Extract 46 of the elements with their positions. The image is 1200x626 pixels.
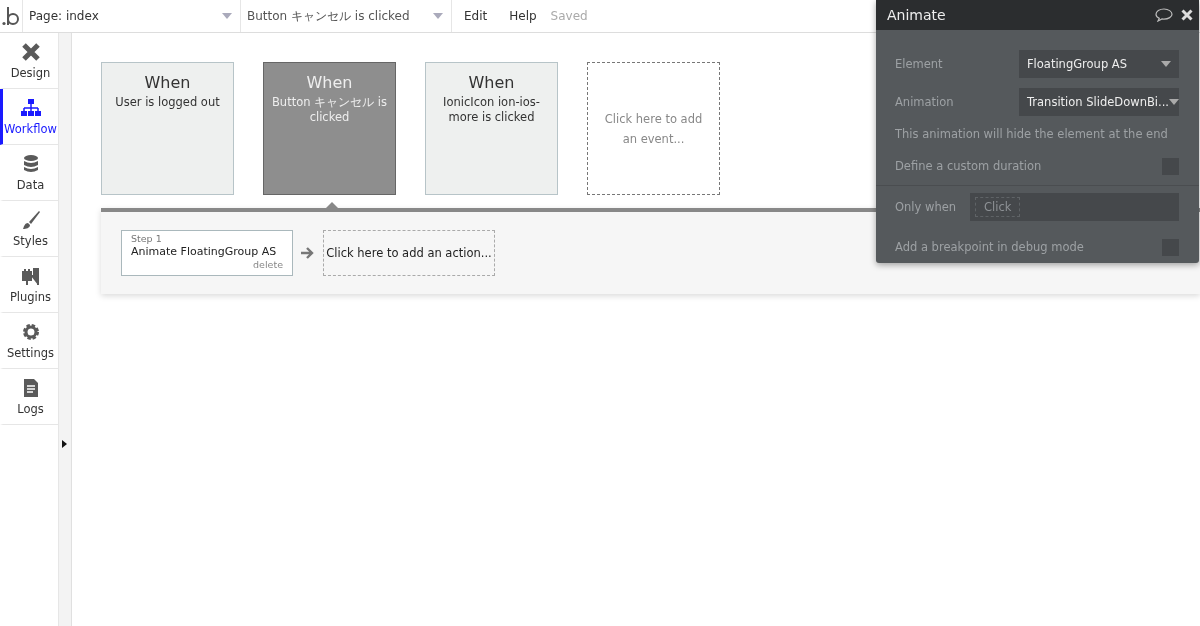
- caret-icon: [1161, 61, 1171, 67]
- plug-icon: [20, 265, 41, 286]
- caret-icon: [1169, 99, 1179, 105]
- field-label: Add a breakpoint in debug mode: [895, 240, 1084, 254]
- event-heading: When: [305, 73, 354, 92]
- sidebar-tab[interactable]: Styles: [0, 201, 58, 257]
- field-label: Animation: [895, 95, 954, 109]
- settings-icon: [20, 321, 41, 342]
- event-card[interactable]: When IonicIcon ion-ios-more is clicked: [425, 62, 558, 195]
- sidebar-tab[interactable]: Data: [0, 145, 58, 201]
- event-heading: When: [467, 73, 516, 92]
- field-label: Only when: [895, 200, 957, 214]
- page-dropdown[interactable]: Page: index: [23, 0, 241, 32]
- arrow-icon: [301, 247, 315, 259]
- sidebar-tab[interactable]: Settings: [0, 313, 58, 369]
- caret-icon: [222, 13, 232, 19]
- field-label: Define a custom duration: [895, 159, 1042, 173]
- field-label: Element: [895, 57, 943, 71]
- event-dropdown[interactable]: Button キャンセル is clicked: [241, 0, 452, 32]
- note-text: This animation will hide the element at the end: [895, 127, 1168, 141]
- delete-link[interactable]: delete: [131, 259, 283, 270]
- hierarchy-icon: [20, 97, 41, 118]
- expand-arrow-icon[interactable]: [62, 440, 67, 448]
- event-text: IonicIcon ion-ios-more is clicked: [442, 95, 541, 125]
- sidebar-tab[interactable]: Plugins: [0, 257, 58, 313]
- sidebar-tab[interactable]: Design: [0, 33, 58, 89]
- event-heading: When: [143, 73, 192, 92]
- add-event-button[interactable]: Click here to add an event...: [587, 62, 720, 195]
- close-icon[interactable]: [1181, 9, 1193, 21]
- panel-title: Animate: [887, 7, 947, 23]
- step-text: Animate FloatingGroup AS: [131, 244, 277, 259]
- event-card[interactable]: When User is logged out: [101, 62, 234, 195]
- comment-icon[interactable]: [1155, 8, 1173, 22]
- event-text: Button キャンセル is clicked: [271, 95, 388, 125]
- add-action-button[interactable]: Click here to add an action...: [323, 230, 495, 276]
- sidebar-tab[interactable]: Logs: [0, 369, 58, 425]
- action-step[interactable]: Step 1 Animate FloatingGroup AS delete: [121, 230, 293, 276]
- save-status: Saved: [550, 9, 588, 23]
- step-number: Step 1: [131, 233, 163, 244]
- caret-icon: [433, 13, 443, 19]
- menu-item[interactable]: Help: [497, 9, 537, 23]
- dropdown-field[interactable]: Transition SlideDownBi...: [1019, 88, 1179, 116]
- event-text: User is logged out: [114, 95, 221, 110]
- menu-item[interactable]: Edit: [452, 9, 488, 23]
- dropdown-field[interactable]: FloatingGroup AS: [1019, 50, 1179, 78]
- brush-icon: [20, 209, 41, 230]
